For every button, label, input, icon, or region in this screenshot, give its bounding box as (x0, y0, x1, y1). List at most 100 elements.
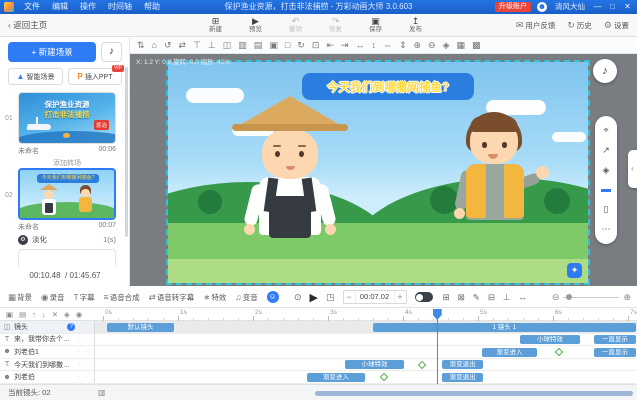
zoom-slider[interactable] (563, 297, 619, 298)
zoom-in-icon[interactable]: ⊕ (623, 292, 631, 303)
record-button[interactable]: ◉录音 (41, 292, 64, 303)
animation-bar[interactable]: 一直显示 (594, 335, 635, 344)
share-icon[interactable]: ↗ (602, 145, 610, 156)
zoom-slider-knob[interactable] (566, 294, 572, 300)
capture-frame-icon[interactable]: ⌖ (603, 125, 608, 136)
align-left-icon[interactable]: ⇤ (326, 41, 334, 50)
animation-bar[interactable]: 渐变退出 (442, 373, 483, 382)
settings-button[interactable]: ⚙设置 (604, 20, 629, 31)
back-home-link[interactable]: ‹ 返回主页 (8, 14, 47, 37)
effects-button[interactable]: ∗特效 (203, 292, 226, 303)
paste-icon[interactable]: ▩ (472, 41, 481, 50)
animation-bar[interactable]: 小球特效 (520, 335, 580, 344)
send-back-icon[interactable]: □ (285, 41, 290, 50)
scene-music-button[interactable]: ♪ (101, 42, 122, 62)
bring-front-icon[interactable]: ▣ (269, 41, 278, 50)
timeline-row-label[interactable]: T来，我带你去个好地方· · (0, 334, 95, 346)
mirror-icon[interactable]: ◫ (223, 41, 232, 50)
new-button[interactable]: ⊞新建 (202, 16, 229, 34)
pause-marker[interactable] (418, 361, 426, 369)
smart-scene-button[interactable]: ▲ 智能场景 (8, 68, 63, 85)
scene-duration-value[interactable]: 00:07.02 (355, 291, 395, 303)
edit-icon[interactable]: ✎ (473, 292, 480, 303)
timeline-track[interactable]: 小球特效渐变退出 (95, 359, 637, 371)
desktop-view-icon[interactable]: ▬ (601, 184, 611, 195)
lock-icon[interactable]: ◈ (443, 41, 450, 50)
insert-ppt-button[interactable]: P 插入PPT VIP (68, 68, 122, 85)
copy-icon[interactable]: ▦ (457, 41, 466, 50)
mobile-view-icon[interactable]: ▯ (604, 204, 609, 215)
timeline-row-label[interactable]: T今天我们到哪撒网捕鱼· · (0, 359, 95, 371)
speech-to-text-button[interactable]: ⇄语音转字幕 (149, 292, 195, 303)
farmer-character[interactable] (226, 96, 356, 283)
insert-frame-icon[interactable]: ⊞ (443, 292, 450, 303)
scene-2-thumbnail[interactable]: 今天我们到哪撒网捕鱼? (18, 168, 116, 220)
crop-icon[interactable]: ⊡ (312, 41, 320, 50)
menu-1[interactable]: 编辑 (46, 0, 74, 14)
menu-3[interactable]: 时间轴 (102, 0, 138, 14)
fullscreen-preview-icon[interactable]: ◳ (326, 292, 335, 303)
scene-1-thumbnail[interactable]: 保护渔业资源 打击非法捕捞 惩治 (18, 92, 116, 144)
transition-row[interactable]: ⚙ 淡化 1(s) (18, 234, 116, 245)
duration-minus-button[interactable]: − (344, 292, 355, 302)
align-right-icon[interactable]: ⇥ (341, 41, 349, 50)
distribute-h-icon[interactable]: ▥ (238, 41, 247, 50)
menu-0[interactable]: 文件 (18, 0, 46, 14)
row-options-dots[interactable]: · · (78, 374, 90, 380)
history-button[interactable]: ↻历史 (567, 20, 592, 31)
duration-plus-button[interactable]: + (395, 292, 406, 302)
zoom-in-icon[interactable]: ⊕ (414, 41, 422, 50)
timeline-track[interactable]: 小球特效 一直显示 (95, 334, 637, 346)
feedback-button[interactable]: ✉用户反馈 (516, 20, 556, 31)
distribute-v-icon[interactable]: ▤ (254, 41, 263, 50)
menu-2[interactable]: 操作 (74, 0, 102, 14)
timeline-track[interactable]: 渐变进入 渐变退出 (95, 371, 637, 383)
more-icon[interactable]: ⋯ (602, 224, 611, 235)
upgrade-account-badge[interactable]: 升级账户 (495, 2, 531, 12)
new-scene-button[interactable]: + 新建场景 (8, 42, 96, 62)
scene-1-name[interactable]: 未命名 (18, 146, 39, 156)
zoom-out-icon[interactable]: ⊖ (552, 292, 560, 303)
add-transition-link[interactable]: 添加转场 (18, 158, 116, 168)
lock-icon[interactable]: ◈ (64, 310, 70, 319)
zoom-out-icon[interactable]: ⊖ (428, 41, 436, 50)
speech-bubble[interactable]: 今天我们到哪撒网捕鱼? (302, 73, 474, 100)
animation-bar[interactable]: 默认镜头 (107, 323, 175, 332)
background-music-button[interactable]: ♪ (593, 59, 617, 83)
animation-bar[interactable]: 1 镜头 1 (373, 323, 636, 332)
timeline-ruler[interactable]: 0s1s2s3s4s5s6s7s (95, 308, 637, 321)
animation-bar[interactable]: 渐变进入 (307, 373, 365, 382)
rotate-left-icon[interactable]: ↺ (164, 41, 172, 50)
flip-vertical-icon[interactable]: ⇅ (137, 41, 145, 50)
publish-button[interactable]: ↥发布 (402, 16, 429, 34)
align-bottom-icon[interactable]: ⊥ (208, 41, 216, 50)
preview-button[interactable]: ▶预览 (242, 16, 269, 34)
move-down-icon[interactable]: ↓ (42, 310, 46, 319)
user-avatar[interactable]: ☻ (537, 2, 547, 12)
fit-width-icon[interactable]: ↔ (518, 292, 527, 303)
playhead-line[interactable] (437, 310, 438, 384)
close-button[interactable]: ✕ (620, 0, 635, 14)
duration-icon[interactable]: ⊙ (294, 292, 302, 303)
auto-duration-toggle[interactable] (415, 292, 433, 302)
split-icon[interactable]: ⊟ (488, 292, 495, 303)
canvas[interactable]: 今天我们到哪撒网捕鱼? ✦ (168, 62, 588, 283)
home-icon[interactable]: ⌂ (152, 41, 157, 50)
timeline-row-label[interactable]: ◫镜头?· · (0, 321, 95, 333)
align-top-icon[interactable]: ⊤ (193, 41, 201, 50)
magnet-icon[interactable]: ⊥ (503, 292, 510, 303)
row-options-dots[interactable]: · · (78, 324, 90, 330)
assistant-icon[interactable]: ☺ (267, 291, 279, 303)
paste-icon[interactable]: ▤ (19, 310, 26, 319)
center-horizontal-icon[interactable]: ↔ (355, 41, 364, 50)
row-options-dots[interactable]: · · (78, 349, 90, 355)
shot-list-icon[interactable]: ▥ (98, 385, 106, 400)
pause-marker[interactable] (379, 373, 387, 381)
animation-bar[interactable]: 渐变进入 (482, 348, 538, 357)
timeline-track[interactable]: 默认镜头 1 镜头 1 (95, 321, 637, 333)
voice-change-button[interactable]: ♫变音 (235, 292, 257, 303)
collapse-panel-tab[interactable]: ‹ (628, 150, 637, 188)
subtitle-button[interactable]: T字幕 (73, 292, 94, 303)
menu-4[interactable]: 帮助 (138, 0, 166, 14)
row-options-dots[interactable]: · · (78, 336, 90, 342)
